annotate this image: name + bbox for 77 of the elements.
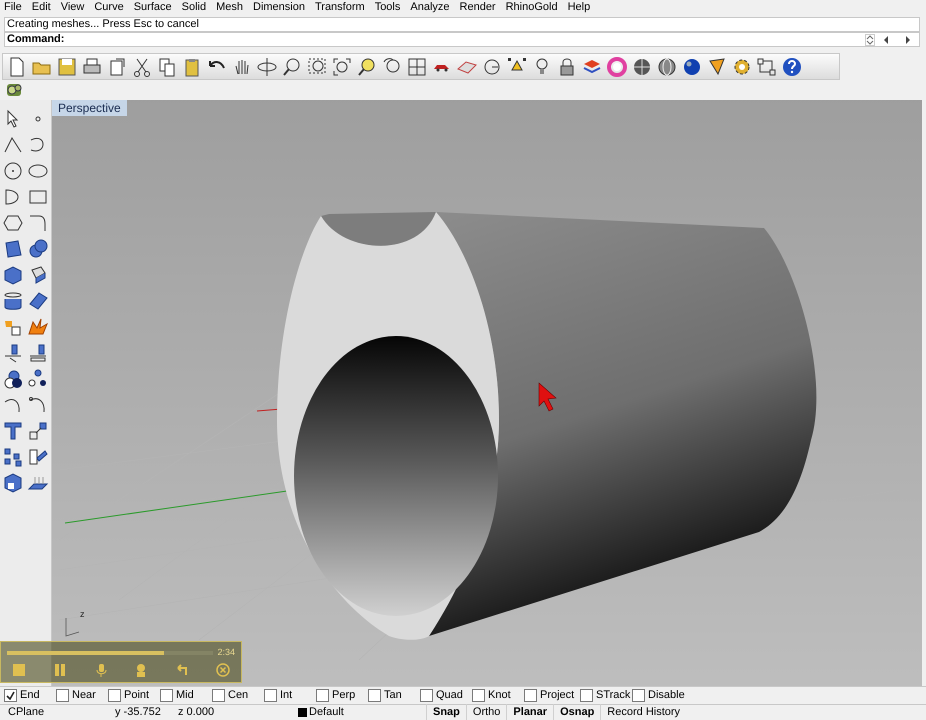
menu-item[interactable]: File xyxy=(4,0,22,14)
osnap-label: Quad xyxy=(436,688,463,704)
array-icon[interactable] xyxy=(2,446,24,468)
layer-color-swatch xyxy=(298,708,307,717)
osnap-checkbox[interactable] xyxy=(420,689,433,702)
scale-icon[interactable] xyxy=(26,420,48,442)
axis-label: z xyxy=(80,608,84,621)
menu-item[interactable]: Dimension xyxy=(253,0,305,14)
status-toggle[interactable]: Planar xyxy=(506,704,554,720)
osnap-checkbox[interactable] xyxy=(4,689,17,702)
zoom-extents-icon[interactable] xyxy=(331,56,353,78)
y-coordinate: y -35.752 xyxy=(115,705,162,720)
osnap-label: Int xyxy=(280,688,292,704)
menu-item[interactable]: Transform xyxy=(314,0,365,14)
cplane-label: CPlane xyxy=(8,705,46,720)
viewport-grid-icon[interactable] xyxy=(406,56,428,78)
osnap-label: Project xyxy=(540,688,574,704)
menu-item[interactable]: Surface xyxy=(134,0,172,14)
recorder-time: 2:34 xyxy=(217,646,235,659)
osnap-label: Cen xyxy=(228,688,248,704)
osnap-checkbox[interactable] xyxy=(580,689,593,702)
menu-item[interactable]: Tools xyxy=(374,0,400,14)
patch-surface-icon[interactable] xyxy=(26,290,48,312)
osnap-checkbox[interactable] xyxy=(316,689,329,702)
command-history-text: Creating meshes... Press Esc to cancel xyxy=(7,17,199,32)
osnap-checkbox[interactable] xyxy=(524,689,537,702)
menu-item[interactable]: Solid xyxy=(182,0,206,14)
wireframe-sphere-icon[interactable] xyxy=(656,56,678,78)
mouse-cursor-icon xyxy=(538,382,557,412)
boolean-icon[interactable] xyxy=(2,368,24,390)
osnap-checkbox[interactable] xyxy=(108,689,121,702)
osnap-checkbox[interactable] xyxy=(368,689,381,702)
menu-item[interactable]: Help xyxy=(568,0,590,14)
split-icon[interactable] xyxy=(2,342,24,364)
status-toggle[interactable]: Record History xyxy=(600,704,686,720)
menu-item[interactable]: Render xyxy=(460,0,496,14)
menu-item[interactable]: Analyze xyxy=(410,0,450,14)
menu-item[interactable]: Edit xyxy=(32,0,51,14)
z-coordinate: z 0.000 xyxy=(178,705,216,720)
close-icon[interactable] xyxy=(214,662,231,678)
osnap-label: Knot xyxy=(488,688,511,704)
rotate-view-icon[interactable] xyxy=(256,56,278,78)
text-icon[interactable] xyxy=(2,420,24,442)
solid-box-icon[interactable] xyxy=(2,472,24,494)
osnap-label: STrack xyxy=(596,688,630,704)
osnap-checkbox[interactable] xyxy=(632,689,645,702)
osnap-checkbox[interactable] xyxy=(56,689,69,702)
osnap-label: Perp xyxy=(332,688,356,704)
status-toggle[interactable]: Snap xyxy=(426,704,466,720)
osnap-label: Point xyxy=(124,688,150,704)
spheres-icon[interactable] xyxy=(26,238,48,260)
viewport-title-tab[interactable]: Perspective xyxy=(52,100,127,116)
osnap-label: Disable xyxy=(648,688,685,704)
osnap-checkbox[interactable] xyxy=(160,689,173,702)
osnap-label: End xyxy=(20,688,40,704)
status-toggle[interactable]: Ortho xyxy=(466,704,506,720)
menu-item[interactable]: RhinoGold xyxy=(506,0,558,14)
circle-icon[interactable] xyxy=(2,160,24,182)
axis-gizmo-icon xyxy=(66,618,80,637)
osnap-checkbox[interactable] xyxy=(212,689,225,702)
menu-item[interactable]: Mesh xyxy=(216,0,243,14)
menu-item[interactable]: Curve xyxy=(94,0,124,14)
layer-name[interactable]: Default xyxy=(309,704,344,720)
save-icon[interactable] xyxy=(56,56,78,78)
cylinder-surface-icon[interactable] xyxy=(2,290,24,312)
recorder-progress-track[interactable] xyxy=(7,650,214,655)
osnap-label: Mid xyxy=(176,688,194,704)
osnap-label: Near xyxy=(72,688,96,704)
color-wheel-icon[interactable] xyxy=(606,56,628,78)
hierarchy-icon[interactable] xyxy=(756,56,778,78)
status-toggle[interactable]: Osnap xyxy=(553,704,600,720)
menu-item[interactable]: View xyxy=(60,0,84,14)
box-icon[interactable] xyxy=(2,264,24,286)
osnap-checkbox[interactable] xyxy=(472,689,485,702)
help-icon[interactable] xyxy=(781,56,803,78)
osnap-checkbox[interactable] xyxy=(264,689,277,702)
osnap-label: Tan xyxy=(384,688,402,704)
